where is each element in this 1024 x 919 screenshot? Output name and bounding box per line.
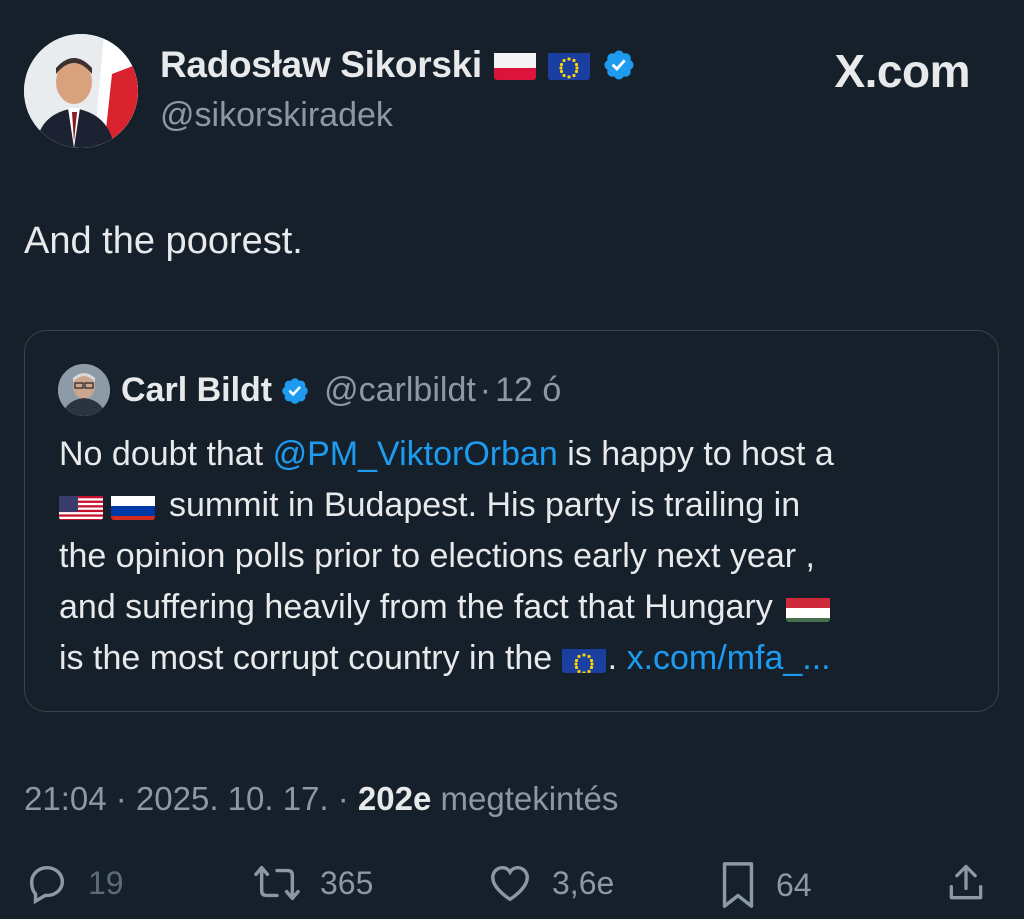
- eu-flag-icon: [547, 50, 590, 80]
- poland-flag-icon: [493, 50, 536, 80]
- quoted-text-segment: is happy to host a: [557, 435, 834, 473]
- quoted-author-name[interactable]: Carl Bildt: [121, 371, 272, 410]
- brand-label: X.com: [834, 45, 970, 97]
- views-label: megtekintés: [431, 780, 619, 817]
- bookmark-button[interactable]: 64: [718, 860, 812, 910]
- like-button[interactable]: 3,6e: [486, 860, 614, 906]
- author-name-row[interactable]: Radosław Sikorski: [160, 44, 636, 86]
- heart-icon: [486, 860, 534, 906]
- brand-logo: X.com: [834, 44, 970, 98]
- quoted-author-avatar[interactable]: [58, 364, 110, 416]
- quoted-text-segment: is the most corrupt country in the: [59, 639, 553, 677]
- like-count: 3,6e: [552, 864, 615, 901]
- quoted-text-segment: summit in Budapest. His party is trailin…: [169, 486, 801, 524]
- quoted-time[interactable]: 12 ó: [495, 371, 561, 410]
- quoted-header: Carl Bildt @carlbildt · 12 ó: [121, 371, 561, 410]
- tweet-time[interactable]: 21:04: [24, 780, 107, 817]
- quoted-line-1: No doubt that @PM_ViktorOrban is happy t…: [59, 429, 989, 480]
- reply-button[interactable]: 19: [24, 860, 124, 906]
- author-name[interactable]: Radosław Sikorski: [160, 44, 482, 86]
- quoted-line-2: summit in Budapest. His party is trailin…: [59, 480, 989, 531]
- repost-count: 365: [320, 864, 374, 901]
- verified-badge-icon[interactable]: [602, 48, 636, 82]
- russia-flag-icon: [111, 490, 155, 520]
- repost-icon: [252, 860, 302, 906]
- tweet-text: And the poorest.: [24, 220, 303, 262]
- mention-link[interactable]: @PM_ViktorOrban: [273, 435, 558, 473]
- meta-separator: ·: [328, 780, 358, 817]
- author-handle[interactable]: @sikorskiradek: [160, 96, 393, 135]
- reply-count: 19: [88, 864, 124, 901]
- quoted-author-handle[interactable]: @carlbildt: [324, 371, 476, 410]
- reply-icon: [24, 860, 70, 906]
- quoted-line-3: the opinion polls prior to elections ear…: [59, 537, 815, 575]
- quoted-tweet[interactable]: Carl Bildt @carlbildt · 12 ó No doubt th…: [24, 330, 999, 712]
- author-avatar[interactable]: [24, 34, 138, 148]
- action-bar: 19 365 3,6e 64: [24, 860, 1000, 910]
- quoted-line-5: is the most corrupt country in the . x.c…: [59, 633, 989, 684]
- quoted-line-4: and suffering heavily from the fact that…: [59, 582, 989, 633]
- tweet-date[interactable]: 2025. 10. 17.: [136, 780, 329, 817]
- meta-separator: ·: [106, 780, 136, 817]
- quoted-text-segment: No doubt that: [59, 435, 273, 473]
- usa-flag-icon: [59, 490, 103, 520]
- share-button[interactable]: [944, 860, 988, 906]
- verified-badge-icon[interactable]: [280, 376, 310, 406]
- quoted-text-segment: and suffering heavily from the fact that…: [59, 588, 773, 626]
- quoted-text: No doubt that @PM_ViktorOrban is happy t…: [59, 429, 989, 684]
- hungary-flag-icon: [786, 592, 831, 622]
- bookmark-count: 64: [776, 866, 812, 903]
- tweet-meta: 21:04 · 2025. 10. 17. · 202e megtekintés: [24, 780, 618, 818]
- quoted-text-segment: .: [607, 639, 627, 677]
- quoted-separator: ·: [479, 371, 492, 409]
- share-icon: [944, 860, 988, 906]
- bookmark-icon: [718, 860, 758, 910]
- repost-button[interactable]: 365: [252, 860, 373, 906]
- external-link[interactable]: x.com/mfa_...: [627, 639, 831, 677]
- eu-flag-icon: [561, 643, 606, 673]
- views-count: 202e: [357, 780, 432, 817]
